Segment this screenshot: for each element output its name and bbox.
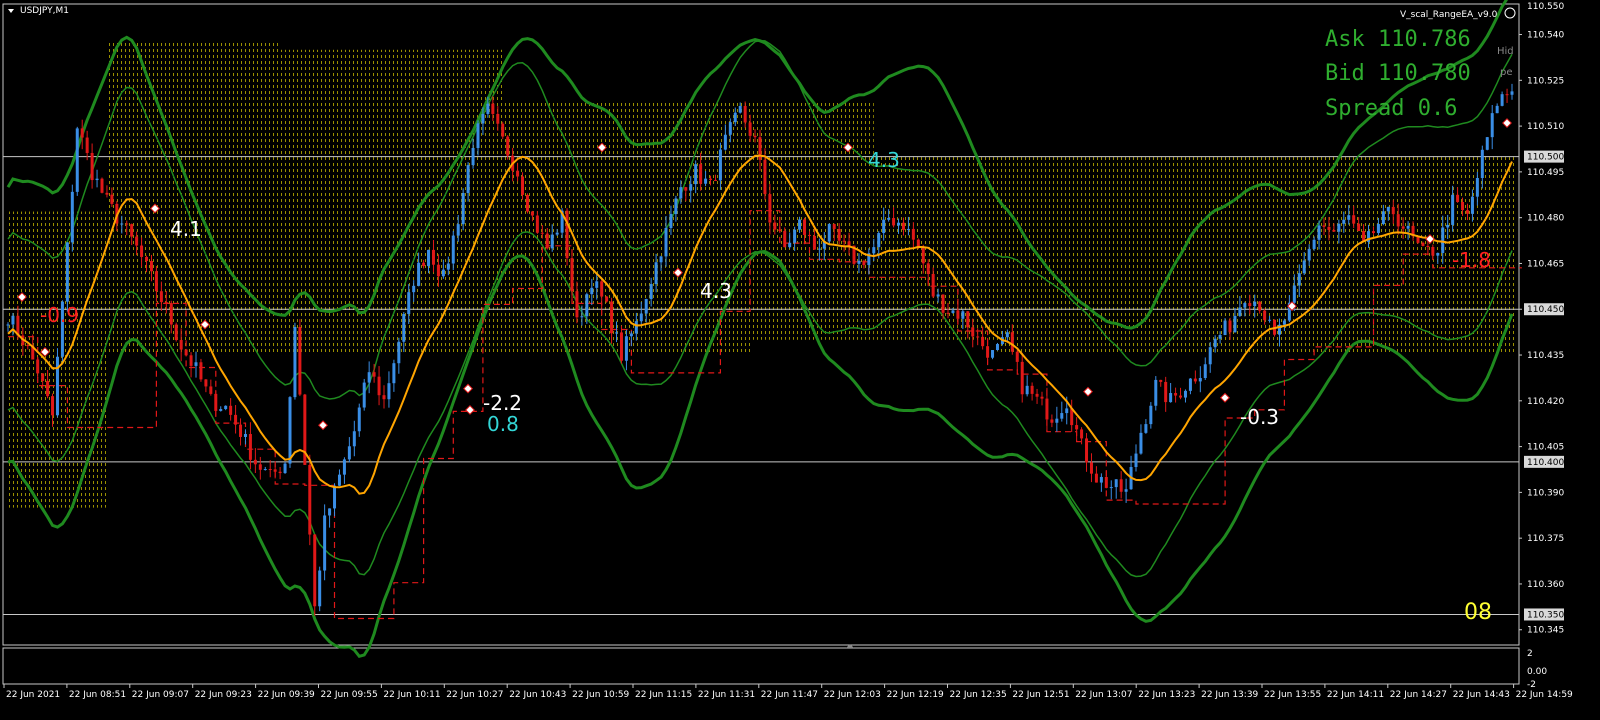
time-tick-label: 22 Jun 13:39 (1201, 690, 1258, 700)
time-tick-label: 22 Jun 12:19 (887, 690, 944, 700)
sub-panel-tick: -2 (1527, 680, 1536, 690)
time-tick-label: 22 Jun 12:03 (824, 690, 881, 700)
price-chart[interactable]: 110.540 110.525 110.510 110.495 110.480 110.4… (0, 0, 1600, 720)
time-axis: 22 Jun 2021 22 Jun 08:51 22 Jun 09:07 22 Ju… (3, 684, 1573, 700)
time-tick-label: 22 Jun 14:43 (1453, 690, 1510, 700)
time-tick-label: 22 Jun 08:51 (69, 690, 126, 700)
time-tick-label: 22 Jun 14:59 (1516, 690, 1573, 700)
price-tick-label: 110.525 (1527, 76, 1564, 86)
trade-result-label: -0.3 (1240, 405, 1279, 429)
candle (1485, 136, 1489, 151)
time-tick-label: 22 Jun 14:11 (1327, 690, 1384, 700)
candle (565, 208, 569, 266)
time-tick-label: 22 Jun 13:23 (1138, 690, 1195, 700)
time-tick-label: 22 Jun 14:27 (1390, 690, 1447, 700)
candle (308, 454, 312, 546)
candle (461, 188, 465, 231)
sub-panel-axis: 2 0.00 -2 (1527, 649, 1547, 690)
trade-result-label: -1.8 (1452, 248, 1491, 272)
time-tick-label: 22 Jun 09:07 (132, 690, 189, 700)
time-tick-label: 22 Jun 13:55 (1264, 690, 1321, 700)
ask-price: Ask 110.786 (1325, 27, 1471, 52)
candle (1223, 318, 1227, 336)
candle (184, 348, 188, 357)
candle (995, 342, 999, 351)
price-tick-label: 110.550 (1527, 2, 1564, 12)
current-level-label: 110.450 (1527, 305, 1564, 315)
quote-panel: Ask 110.786 Bid 110.780 Spread 0.6 (1325, 27, 1471, 121)
price-tick-label: 110.420 (1527, 397, 1564, 407)
price-tick-label: 110.345 (1527, 626, 1564, 636)
price-tick-label: 110.405 (1527, 443, 1564, 453)
price-tick-label: 110.510 (1527, 122, 1564, 132)
chart-window[interactable]: 110.540 110.525 110.510 110.495 110.480 110.4… (0, 0, 1600, 720)
candle (362, 378, 366, 411)
time-tick-label: 22 Jun 12:51 (1012, 690, 1069, 700)
candle (55, 348, 59, 418)
price-tick-label: 110.465 (1527, 259, 1564, 269)
candle (100, 177, 104, 194)
candle (323, 504, 327, 581)
time-tick-label: 22 Jun 10:59 (572, 690, 629, 700)
candle (199, 358, 203, 382)
time-tick-label: 22 Jun 10:43 (509, 690, 566, 700)
expert-advisor-name: V_scal_RangeEA_v9.0 (1400, 10, 1498, 20)
trade-result-label: 4.3 (868, 148, 900, 172)
candle (174, 322, 178, 342)
trade-result-label: 4.3 (700, 279, 732, 303)
candle (1154, 376, 1158, 411)
bid-price: Bid 110.780 (1325, 61, 1471, 86)
price-tick-label: 110.375 (1527, 534, 1564, 544)
candle (293, 322, 297, 400)
current-level-label: 110.400 (1527, 458, 1564, 468)
candle (318, 566, 322, 612)
corner-label: 08 (1464, 600, 1492, 625)
symbol-title: USDJPY,M1 (20, 6, 69, 16)
price-tick-label: 110.480 (1527, 214, 1564, 224)
time-tick-label: 22 Jun 10:27 (446, 690, 503, 700)
price-tick-label: 110.360 (1527, 580, 1564, 590)
candle (65, 242, 69, 312)
candle (298, 319, 302, 397)
candle (525, 193, 529, 214)
candle (283, 462, 287, 474)
sub-panel-tick: 0.00 (1527, 667, 1547, 677)
price-tick-label: 110.390 (1527, 488, 1564, 498)
candle (70, 184, 74, 252)
sub-panel-tick: 2 (1527, 649, 1533, 659)
price-tick-label: 110.540 (1527, 31, 1564, 41)
current-level-label: 110.500 (1527, 153, 1564, 163)
current-level-label: 110.350 (1527, 610, 1564, 620)
spread-value: Spread 0.6 (1325, 96, 1457, 121)
side-label: pe (1500, 67, 1513, 78)
range-zone (1145, 156, 1320, 356)
price-axis: 110.540 110.525 110.510 110.495 110.480 110.4… (1519, 2, 1564, 636)
candle (313, 533, 317, 616)
time-tick-label: 22 Jun 11:15 (635, 690, 692, 700)
time-tick-label: 22 Jun 12:35 (950, 690, 1007, 700)
range-zone (873, 156, 998, 340)
candle (827, 223, 831, 244)
time-tick-label: 22 Jun 13:07 (1075, 690, 1132, 700)
side-label: Hid (1497, 46, 1514, 57)
time-tick-label: 22 Jun 11:47 (761, 690, 818, 700)
time-tick-label: 22 Jun 10:11 (383, 690, 440, 700)
trade-result-label: 4.1 (170, 217, 202, 241)
price-tick-label: 110.495 (1527, 168, 1564, 178)
trade-result-label: -0.9 (40, 303, 79, 327)
time-tick-label: 22 Jun 09:39 (258, 690, 315, 700)
time-tick-label: 22 Jun 09:55 (321, 690, 378, 700)
time-tick-label: 22 Jun 09:23 (195, 690, 252, 700)
price-tick-label: 110.435 (1527, 351, 1564, 361)
trade-result-label: 0.8 (487, 412, 519, 436)
time-tick-label: 22 Jun 2021 (6, 690, 60, 700)
candle (501, 121, 505, 140)
time-tick-label: 22 Jun 11:31 (698, 690, 755, 700)
sub-panel-frame (2, 647, 1520, 685)
candle (75, 126, 79, 196)
